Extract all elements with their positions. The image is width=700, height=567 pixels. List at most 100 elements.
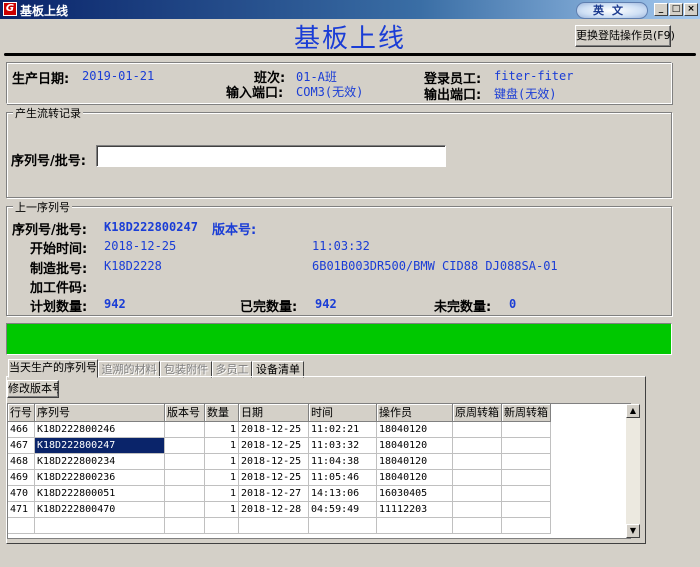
cell-old-box [452, 453, 502, 470]
close-button[interactable]: × [684, 3, 698, 16]
switch-operator-button[interactable]: 更换登陆操作员(F9) [575, 25, 675, 47]
start-time-label: 开始时间: [30, 242, 88, 257]
cell-version [164, 421, 205, 438]
language-switch-button[interactable]: 英文 [576, 2, 648, 19]
col-header-time[interactable]: 时间 [308, 404, 377, 422]
tab-today-serials[interactable]: 当天生产的序列号 [8, 359, 98, 378]
cell-date: 2018-12-25 [238, 437, 309, 454]
serial-grid[interactable]: 行号 序列号 版本号 数量 日期 时间 操作员 原周转箱 新周转箱 466 K18… [7, 403, 631, 539]
cell-date: 2018-12-27 [238, 485, 309, 502]
cell-line: 466 [8, 421, 35, 438]
cell-old-box [452, 421, 502, 438]
grid-vertical-scrollbar[interactable]: ▲ ▼ [626, 404, 640, 538]
flow-record-group-label: 产生流转记录 [13, 105, 83, 121]
cell-qty: 1 [204, 453, 239, 470]
col-header-line[interactable]: 行号 [8, 404, 35, 422]
start-time-value: 11:03:32 [312, 239, 370, 253]
mfg-batch-label: 制造批号: [30, 262, 88, 277]
scroll-down-icon[interactable]: ▼ [626, 524, 640, 538]
minimize-button[interactable]: _ [654, 3, 668, 16]
table-row[interactable]: 469 K18D222800236 1 2018-12-25 11:05:46 18040… [8, 469, 551, 486]
cell-new-box [501, 421, 551, 438]
cell-line: 468 [8, 453, 35, 470]
cell-old-box [452, 485, 502, 502]
cell-time: 14:13:06 [308, 485, 377, 502]
done-qty-value: 942 [315, 297, 337, 311]
output-port-value: 键盘(无效) [494, 87, 557, 101]
undone-qty-label: 未完数量: [434, 300, 492, 315]
table-row[interactable]: 468 K18D222800234 1 2018-12-25 11:04:38 18040… [8, 453, 551, 470]
cell-time: 11:02:21 [308, 421, 377, 438]
cell-serial: K18D222800470 [34, 501, 165, 518]
status-indicator-bar [6, 323, 672, 355]
serial-input[interactable] [96, 145, 446, 167]
mfg-batch-value: K18D2228 [104, 259, 162, 273]
cell-new-box [501, 453, 551, 470]
plan-qty-value: 942 [104, 297, 126, 311]
cell-time: 11:03:32 [308, 437, 377, 454]
cell-serial: K18D222800234 [34, 453, 165, 470]
cell-qty: 1 [204, 485, 239, 502]
cell-old-box [452, 437, 502, 454]
col-header-version[interactable]: 版本号 [164, 404, 205, 422]
col-header-qty[interactable]: 数量 [204, 404, 239, 422]
cell-serial: K18D222800246 [34, 421, 165, 438]
cell-line: 467 [8, 437, 35, 454]
prev-version-label: 版本号: [212, 223, 257, 238]
production-date-value: 2019-01-21 [82, 69, 155, 83]
prev-serial-label: 序列号/批号: [12, 223, 87, 238]
cell-operator: 18040120 [376, 469, 453, 486]
output-port-label: 输出端口: [424, 88, 482, 103]
cell-qty: 1 [204, 469, 239, 486]
flow-serial-label: 序列号/批号: [11, 154, 86, 169]
undone-qty-value: 0 [509, 297, 517, 311]
window-title: 基板上线 [20, 4, 69, 18]
cell-version [164, 437, 205, 454]
login-employee-value: fiter-fiter [494, 69, 574, 83]
cell-time: 11:05:46 [308, 469, 377, 486]
table-row[interactable]: 470 K18D222800051 1 2018-12-27 14:13:06 16030… [8, 485, 551, 502]
col-header-operator[interactable]: 操作员 [376, 404, 453, 422]
table-row[interactable]: 467 K18D222800247 1 2018-12-25 11:03:32 18040… [8, 437, 551, 454]
cell-time: 11:04:38 [308, 453, 377, 470]
maximize-button[interactable]: □ [669, 3, 683, 16]
cell-operator: 18040120 [376, 421, 453, 438]
cell-new-box [501, 469, 551, 486]
col-header-old-box[interactable]: 原周转箱 [452, 404, 502, 422]
cell-serial: K18D222800051 [34, 485, 165, 502]
cell-old-box [452, 469, 502, 486]
done-qty-label: 已完数量: [240, 300, 298, 315]
col-header-date[interactable]: 日期 [238, 404, 309, 422]
cell-serial: K18D222800247 [34, 437, 165, 454]
cell-version [164, 501, 205, 518]
part-code-label: 加工件码: [30, 281, 88, 296]
cell-operator: 16030405 [376, 485, 453, 502]
cell-operator: 18040120 [376, 437, 453, 454]
cell-new-box [501, 437, 551, 454]
cell-line: 470 [8, 485, 35, 502]
col-header-serial[interactable]: 序列号 [34, 404, 165, 422]
cell-new-box [501, 485, 551, 502]
cell-new-box [501, 501, 551, 518]
grid-header-row: 行号 序列号 版本号 数量 日期 时间 操作员 原周转箱 新周转箱 [8, 404, 551, 422]
col-header-new-box[interactable]: 新周转箱 [501, 404, 551, 422]
table-row[interactable]: 466 K18D222800246 1 2018-12-25 11:02:21 18040… [8, 421, 551, 438]
scroll-up-icon[interactable]: ▲ [626, 404, 640, 418]
cell-qty: 1 [204, 501, 239, 518]
cell-date: 2018-12-28 [238, 501, 309, 518]
cell-operator: 18040120 [376, 453, 453, 470]
title-bar: G 基板上线 英文 _ □ × [0, 0, 700, 19]
cell-date: 2018-12-25 [238, 453, 309, 470]
cell-date: 2018-12-25 [238, 469, 309, 486]
cell-line: 471 [8, 501, 35, 518]
table-row[interactable]: 471 K18D222800470 1 2018-12-28 04:59:49 11112… [8, 501, 551, 518]
prev-serial-value: K18D222800247 [104, 220, 198, 234]
status-strip [6, 544, 694, 554]
production-date-label: 生产日期: [12, 72, 70, 87]
modify-version-button[interactable]: 修改版本号 [7, 380, 59, 398]
cell-qty: 1 [204, 421, 239, 438]
cell-version [164, 485, 205, 502]
input-port-value: COM3(无效) [296, 85, 364, 99]
app-icon: G [3, 2, 17, 16]
start-date-value: 2018-12-25 [104, 239, 177, 253]
